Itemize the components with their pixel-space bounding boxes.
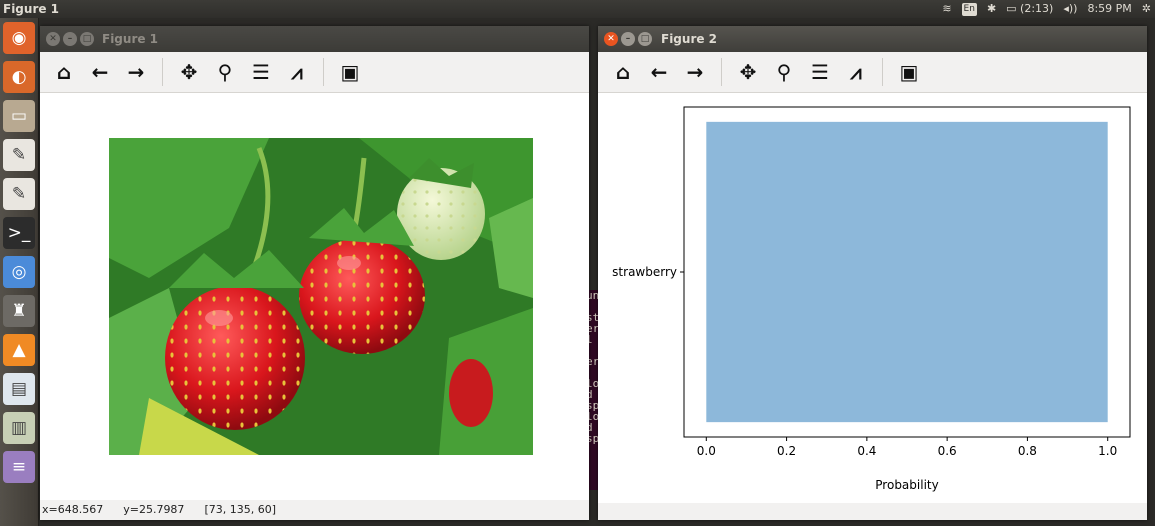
strawberry-photo — [109, 138, 533, 455]
toolbar-separator — [162, 58, 163, 86]
terminal-icon[interactable]: >_ — [3, 217, 35, 249]
toolbar-separator — [323, 58, 324, 86]
x-tick-label: 0.6 — [938, 444, 957, 458]
figure2-toolbar: ⌂ ← → ✥ ⚲ ☰ ⩘ ▣ — [598, 52, 1147, 93]
battery-time: (2:13) — [1020, 2, 1054, 15]
text-editor-2-icon[interactable]: ✎ — [3, 178, 35, 210]
bar-strawberry — [706, 121, 1108, 423]
toolbar-separator — [721, 58, 722, 86]
bluetooth-icon[interactable]: ✱ — [987, 0, 996, 18]
zoom-icon[interactable]: ⚲ — [766, 56, 802, 88]
settings-gear-icon[interactable]: ✲ — [1142, 0, 1151, 18]
pan-icon[interactable]: ✥ — [171, 56, 207, 88]
x-tick-label: 0.8 — [1018, 444, 1037, 458]
y-tick-label: strawberry — [612, 265, 677, 279]
figure1-titlebar[interactable]: ✕ – □ Figure 1 — [40, 26, 589, 52]
x-tick-label: 1.0 — [1098, 444, 1117, 458]
figure2-titlebar[interactable]: ✕ – □ Figure 2 — [598, 26, 1147, 52]
launcher: ◉ ◐ ▭ ✎ ✎ >_ ◎ ♜ ▲ ▤ ▥ ≡ — [0, 18, 39, 526]
pan-icon[interactable]: ✥ — [730, 56, 766, 88]
x-tick-label: 0.0 — [697, 444, 716, 458]
top-panel: Figure 1 ≋ En ✱ ▭ (2:13) ◂)) 8:59 PM ✲ — [0, 0, 1155, 18]
system-monitor-icon[interactable]: ♜ — [3, 295, 35, 327]
edit-axes-icon[interactable]: ⩘ — [838, 56, 874, 88]
x-tick-label: 0.4 — [857, 444, 876, 458]
chromium-icon[interactable]: ◎ — [3, 256, 35, 288]
cursor-x-readout: x=648.567 — [42, 503, 104, 516]
configure-subplots-icon[interactable]: ☰ — [802, 56, 838, 88]
figure2-statusbar — [598, 503, 1147, 520]
save-icon[interactable]: ▣ — [332, 56, 368, 88]
pixel-rgb-readout: [73, 135, 60] — [204, 503, 276, 516]
document-viewer-icon[interactable]: ▤ — [3, 373, 35, 405]
figure2-window: ✕ – □ Figure 2 ⌂ ← → ✥ ⚲ ☰ ⩘ ▣ 0.0 0.2 0.4… — [598, 26, 1147, 520]
figure1-canvas[interactable] — [40, 93, 589, 500]
vlc-icon[interactable]: ▲ — [3, 334, 35, 366]
clock[interactable]: 8:59 PM — [1087, 0, 1131, 18]
files-icon[interactable]: ▭ — [3, 100, 35, 132]
zoom-icon[interactable]: ⚲ — [207, 56, 243, 88]
x-axis-label: Probability — [875, 478, 938, 492]
save-icon[interactable]: ▣ — [891, 56, 927, 88]
indicator-area: ≋ En ✱ ▭ (2:13) ◂)) 8:59 PM ✲ — [942, 0, 1151, 18]
x-tick-label: 0.2 — [777, 444, 796, 458]
dash-home-icon[interactable]: ◉ — [3, 22, 35, 54]
figure1-statusbar: x=648.567 y=25.7987 [73, 135, 60] — [40, 500, 589, 520]
active-app-title: Figure 1 — [3, 2, 60, 16]
close-icon[interactable]: ✕ — [604, 32, 618, 46]
figure1-toolbar: ⌂ ← → ✥ ⚲ ☰ ⩘ ▣ — [40, 52, 589, 93]
figure1-window: ✕ – □ Figure 1 ⌂ ← → ✥ ⚲ ☰ ⩘ ▣ x=648.567… — [40, 26, 589, 520]
back-arrow-icon[interactable]: ← — [641, 56, 677, 88]
app-stack-icon[interactable]: ≡ — [3, 451, 35, 483]
figure2-canvas[interactable]: 0.0 0.2 0.4 0.6 0.8 1.0 strawberry Probabilit… — [598, 93, 1147, 503]
back-arrow-icon[interactable]: ← — [82, 56, 118, 88]
battery-indicator[interactable]: ▭ (2:13) — [1006, 0, 1053, 18]
wifi-icon[interactable]: ≋ — [942, 0, 951, 18]
configure-subplots-icon[interactable]: ☰ — [243, 56, 279, 88]
maximize-icon[interactable]: □ — [638, 32, 652, 46]
figure1-title: Figure 1 — [102, 32, 159, 46]
firefox-icon[interactable]: ◐ — [3, 61, 35, 93]
close-icon[interactable]: ✕ — [46, 32, 60, 46]
home-icon[interactable]: ⌂ — [605, 56, 641, 88]
maximize-icon[interactable]: □ — [80, 32, 94, 46]
toolbar-separator — [882, 58, 883, 86]
minimize-icon[interactable]: – — [63, 32, 77, 46]
home-icon[interactable]: ⌂ — [46, 56, 82, 88]
figure2-title: Figure 2 — [661, 32, 718, 46]
volume-icon[interactable]: ◂)) — [1063, 0, 1077, 18]
image-viewer-icon[interactable]: ▥ — [3, 412, 35, 444]
forward-arrow-icon[interactable]: → — [118, 56, 154, 88]
keyboard-language-indicator[interactable]: En — [961, 2, 977, 16]
cursor-y-readout: y=25.7987 — [123, 503, 185, 516]
forward-arrow-icon[interactable]: → — [677, 56, 713, 88]
probability-bar-chart: 0.0 0.2 0.4 0.6 0.8 1.0 strawberry Probabilit… — [612, 106, 1131, 492]
edit-axes-icon[interactable]: ⩘ — [279, 56, 315, 88]
text-editor-icon[interactable]: ✎ — [3, 139, 35, 171]
minimize-icon[interactable]: – — [621, 32, 635, 46]
